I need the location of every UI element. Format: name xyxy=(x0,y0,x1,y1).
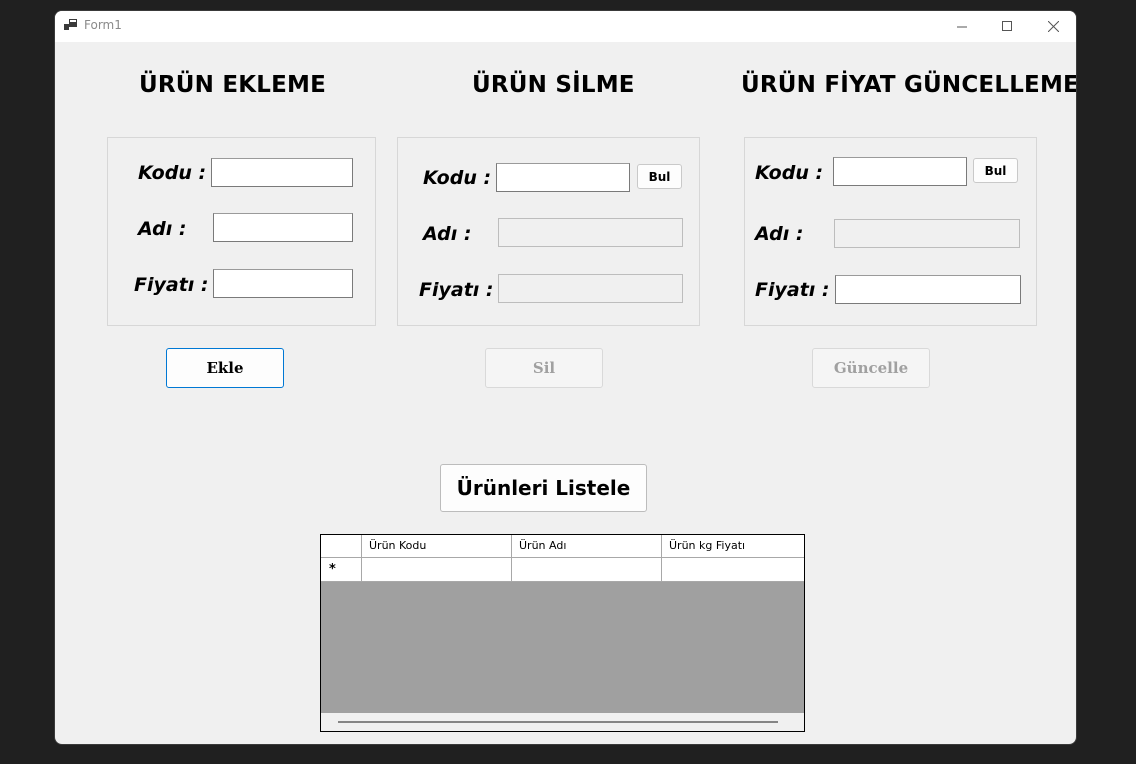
add-code-input[interactable] xyxy=(211,158,353,187)
title-bar[interactable]: Form1 xyxy=(55,11,1076,42)
list-products-button[interactable]: Ürünleri Listele xyxy=(440,464,647,512)
add-price-input[interactable] xyxy=(213,269,353,298)
delete-code-input[interactable] xyxy=(496,163,630,192)
update-section-title: ÜRÜN FİYAT GÜNCELLEME xyxy=(741,72,1076,98)
minimize-icon xyxy=(956,26,967,27)
delete-button[interactable]: Sil xyxy=(485,348,603,388)
column-header-price[interactable]: Ürün kg Fiyatı xyxy=(662,535,804,557)
delete-find-button[interactable]: Bul xyxy=(637,164,682,189)
delete-price-label: Fiyatı : xyxy=(419,279,494,301)
update-code-input[interactable] xyxy=(833,157,967,186)
new-row-cell-code[interactable] xyxy=(362,558,512,582)
add-name-label: Adı : xyxy=(138,218,187,240)
update-product-group: Kodu : Bul Adı : Fiyatı : xyxy=(744,137,1037,326)
column-header-name[interactable]: Ürün Adı xyxy=(512,535,662,557)
scrollbar-thumb[interactable] xyxy=(338,721,778,723)
app-icon xyxy=(64,19,77,30)
update-button[interactable]: Güncelle xyxy=(812,348,930,388)
maximize-button[interactable] xyxy=(984,11,1030,41)
update-price-input[interactable] xyxy=(835,275,1021,304)
add-name-input[interactable] xyxy=(213,213,353,242)
new-row-marker: * xyxy=(321,558,362,582)
delete-name-label: Adı : xyxy=(423,223,472,245)
horizontal-scrollbar[interactable] xyxy=(321,713,804,731)
update-name-input[interactable] xyxy=(834,219,1020,248)
maximize-icon xyxy=(1001,20,1012,31)
new-row[interactable]: * xyxy=(321,558,804,582)
update-price-label: Fiyatı : xyxy=(755,279,830,301)
delete-price-input[interactable] xyxy=(498,274,683,303)
close-button[interactable] xyxy=(1030,11,1076,41)
delete-product-group: Kodu : Bul Adı : Fiyatı : xyxy=(397,137,700,326)
main-window: Form1 ÜRÜN EKLEME ÜRÜN SİLME ÜRÜN FİYAT … xyxy=(55,11,1076,744)
delete-section-title: ÜRÜN SİLME xyxy=(472,72,635,98)
new-row-cell-price[interactable] xyxy=(662,558,804,582)
delete-name-input[interactable] xyxy=(498,218,683,247)
update-name-label: Adı : xyxy=(755,223,804,245)
add-product-group: Kodu : Adı : Fiyatı : xyxy=(107,137,376,326)
window-title: Form1 xyxy=(84,18,122,32)
add-section-title: ÜRÜN EKLEME xyxy=(139,72,327,98)
column-header-code[interactable]: Ürün Kodu xyxy=(362,535,512,557)
add-price-label: Fiyatı : xyxy=(134,274,209,296)
delete-code-label: Kodu : xyxy=(423,167,492,189)
add-code-label: Kodu : xyxy=(138,162,207,184)
products-grid[interactable]: Ürün Kodu Ürün Adı Ürün kg Fiyatı * xyxy=(320,534,805,732)
add-button[interactable]: Ekle xyxy=(166,348,284,388)
update-find-button[interactable]: Bul xyxy=(973,158,1018,183)
row-header-corner[interactable] xyxy=(321,535,362,557)
grid-header: Ürün Kodu Ürün Adı Ürün kg Fiyatı xyxy=(321,535,804,558)
close-icon xyxy=(1047,20,1059,32)
new-row-cell-name[interactable] xyxy=(512,558,662,582)
minimize-button[interactable] xyxy=(939,11,985,41)
update-code-label: Kodu : xyxy=(755,162,824,184)
